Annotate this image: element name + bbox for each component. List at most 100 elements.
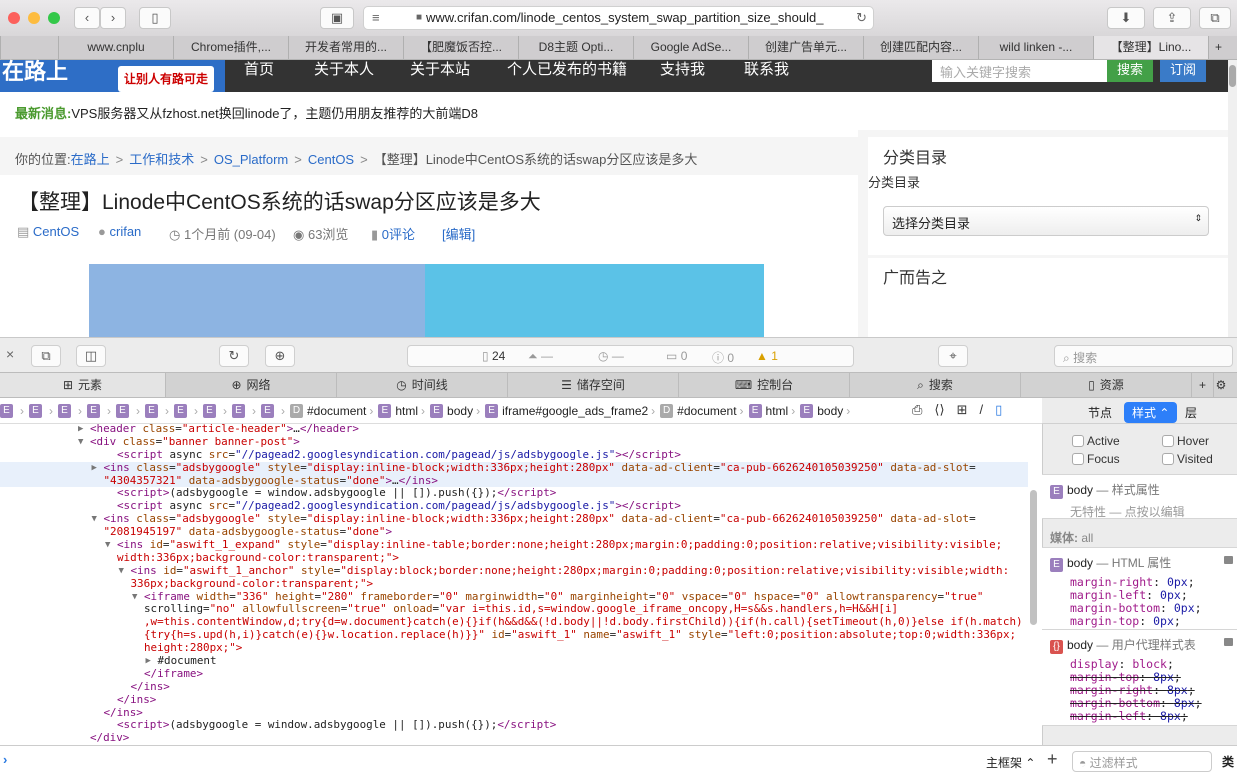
- user-agent-rule[interactable]: {} body — 用户代理样式表 display: block; margin-t…: [1042, 630, 1237, 726]
- checkbox[interactable]: [1162, 453, 1174, 465]
- disclosure-open-icon[interactable]: ▼: [105, 539, 110, 552]
- browser-tab[interactable]: Chrome插件,...: [173, 36, 288, 59]
- tab-search[interactable]: ⌕ 搜索: [850, 373, 1021, 397]
- browser-tab[interactable]: D8主题 Opti...: [518, 36, 633, 59]
- meta-comments[interactable]: ▮ 0评论: [371, 224, 415, 243]
- nav-link[interactable]: 关于本站: [410, 58, 470, 79]
- dom-breadcrumb-item[interactable]: E ›: [87, 404, 114, 418]
- reload-icon[interactable]: ↻: [856, 7, 867, 29]
- breadcrumb-link[interactable]: OS_Platform: [214, 152, 288, 167]
- tab-overview-icon[interactable]: ▣: [320, 7, 354, 29]
- new-tab-icon[interactable]: +: [1192, 373, 1214, 397]
- edit-link[interactable]: [编辑]: [442, 224, 475, 243]
- checkbox[interactable]: [1072, 435, 1084, 447]
- css-property[interactable]: margin-left: 8px;: [1050, 710, 1229, 723]
- comments-link[interactable]: 0评论: [382, 227, 415, 242]
- nav-link[interactable]: 个人已发布的书籍: [507, 58, 627, 79]
- dom-node-line[interactable]: </ins>: [0, 693, 1028, 707]
- dom-node-line[interactable]: height:280px;">: [0, 641, 1028, 655]
- subscribe-button[interactable]: 订阅: [1160, 60, 1206, 82]
- dom-breadcrumb-item[interactable]: Ebody ›: [430, 404, 483, 418]
- shadow-dom-icon[interactable]: ⟨⟩: [934, 402, 944, 418]
- dom-node-line[interactable]: ▼ <ins id="aswift_1_expand" style="displa…: [0, 538, 1028, 552]
- pseudo-active[interactable]: Active: [1072, 434, 1120, 448]
- warnings-count[interactable]: ▲ 1: [756, 349, 778, 363]
- page-scrollbar[interactable]: [1228, 60, 1237, 337]
- settings-icon[interactable]: ⚙: [1214, 373, 1228, 397]
- dom-breadcrumb-item[interactable]: E ›: [116, 404, 143, 418]
- errors-count[interactable]: ⓘ 0: [712, 349, 734, 366]
- dom-node-line[interactable]: ▼ <ins id="aswift_1_anchor" style="displa…: [0, 564, 1028, 578]
- class-toggle-button[interactable]: 类: [1222, 753, 1234, 770]
- pseudo-hover[interactable]: Hover: [1162, 434, 1209, 448]
- browser-tab[interactable]: Google AdSe...: [633, 36, 748, 59]
- dom-tree-scrollbar[interactable]: [1030, 490, 1037, 625]
- devtools-search-input[interactable]: ⌕ 搜索: [1054, 345, 1233, 367]
- size-count[interactable]: ⏶ —: [528, 349, 553, 364]
- category-select[interactable]: 选择分类目录 ⇕: [883, 206, 1209, 236]
- nav-link[interactable]: 支持我: [660, 58, 705, 79]
- tab-node[interactable]: 节点: [1088, 404, 1112, 421]
- checkbox[interactable]: [1072, 453, 1084, 465]
- print-styles-icon[interactable]: ⎙: [912, 402, 922, 418]
- dom-node-line[interactable]: </div>: [0, 731, 1028, 745]
- disclosure-open-icon[interactable]: ▼: [132, 591, 137, 604]
- disclosure-closed-icon[interactable]: ▶: [78, 423, 83, 436]
- browser-tab[interactable]: 创建匹配内容...: [863, 36, 978, 59]
- breadcrumb-link[interactable]: 在路上: [71, 152, 110, 167]
- author-link[interactable]: crifan: [109, 224, 141, 239]
- site-logo[interactable]: 在路上 让别人有路可走: [0, 60, 225, 92]
- tab-network[interactable]: ⊕ 网络: [166, 373, 337, 397]
- tab-timelines[interactable]: ◷ 时间线: [337, 373, 508, 397]
- dom-breadcrumb-item[interactable]: E ›: [145, 404, 172, 418]
- dom-breadcrumb-item[interactable]: E ›: [29, 404, 56, 418]
- time-count[interactable]: ◷ —: [598, 349, 624, 363]
- tab-resources[interactable]: ▯ 资源: [1021, 373, 1192, 397]
- browser-tab[interactable]: wild linken -...: [978, 36, 1093, 59]
- dom-breadcrumb-item[interactable]: E ›: [261, 404, 288, 418]
- disclosure-open-icon[interactable]: ▼: [119, 565, 124, 578]
- back-icon[interactable]: ‹: [74, 7, 100, 29]
- category-link[interactable]: CentOS: [33, 224, 79, 239]
- forward-icon[interactable]: ›: [100, 7, 126, 29]
- dom-breadcrumb-item[interactable]: E ›: [203, 404, 230, 418]
- resources-count[interactable]: ▯ 24: [482, 349, 505, 363]
- tab-layers[interactable]: 层: [1185, 404, 1197, 421]
- inspect-element-icon[interactable]: ⌖: [938, 345, 968, 367]
- style-attribute-rule[interactable]: Ebody — 样式属性 无特性 — 点按以编辑: [1042, 474, 1237, 519]
- dom-breadcrumb-item[interactable]: D #document ›: [660, 404, 746, 418]
- dock-side-icon[interactable]: ◫: [76, 345, 106, 367]
- nav-link[interactable]: 首页: [244, 58, 274, 79]
- dashboard[interactable]: ▯ 24 ⏶ — ◷ — ▭ 0 ⓘ 0 ▲ 1: [407, 345, 854, 367]
- pseudo-focus[interactable]: Focus: [1072, 452, 1120, 466]
- tab-elements[interactable]: ⊞ 元素: [0, 373, 166, 397]
- disclosure-open-icon[interactable]: ▼: [78, 436, 83, 449]
- minimize-window-button[interactable]: [28, 12, 40, 24]
- news-text[interactable]: VPS服务器又从fzhost.net换回linode了，主题仍用朋友推荐的大前端…: [71, 106, 478, 121]
- browser-tab[interactable]: 开发者常用的...: [288, 36, 403, 59]
- browser-tab[interactable]: 创建广告单元...: [748, 36, 863, 59]
- dom-breadcrumb-item[interactable]: Eiframe#google_ads_frame2 ›: [485, 404, 658, 418]
- breadcrumb-link[interactable]: CentOS: [308, 152, 354, 167]
- share-icon[interactable]: ⇪: [1153, 7, 1191, 29]
- new-tab-button[interactable]: +: [1208, 36, 1228, 59]
- meta-author[interactable]: ● crifan: [98, 224, 141, 239]
- ad-image-left[interactable]: [89, 264, 425, 337]
- disclosure-closed-icon[interactable]: ▶: [92, 462, 97, 475]
- breadcrumb-link[interactable]: 工作和技术: [129, 152, 194, 167]
- dom-breadcrumb-item[interactable]: E ›: [174, 404, 201, 418]
- paint-flashing-icon[interactable]: /: [979, 402, 983, 418]
- frame-selector[interactable]: 主框架 ⌃: [986, 754, 1035, 771]
- site-search-button[interactable]: 搜索: [1107, 60, 1153, 82]
- add-rule-icon[interactable]: +: [1047, 749, 1058, 770]
- reader-icon[interactable]: ≡: [372, 7, 380, 29]
- layout-grid-icon[interactable]: ⊞: [957, 402, 968, 418]
- dom-breadcrumb-item[interactable]: D #document ›: [290, 404, 376, 418]
- dom-breadcrumb-item[interactable]: E ›: [232, 404, 259, 418]
- toggle-sidebar-icon[interactable]: ▯: [995, 402, 1002, 418]
- css-property[interactable]: margin-top: 0px;: [1050, 615, 1229, 628]
- browser-tab[interactable]: [0, 36, 58, 59]
- close-window-button[interactable]: [8, 12, 20, 24]
- zoom-window-button[interactable]: [48, 12, 60, 24]
- meta-category[interactable]: ▤ CentOS: [17, 224, 79, 240]
